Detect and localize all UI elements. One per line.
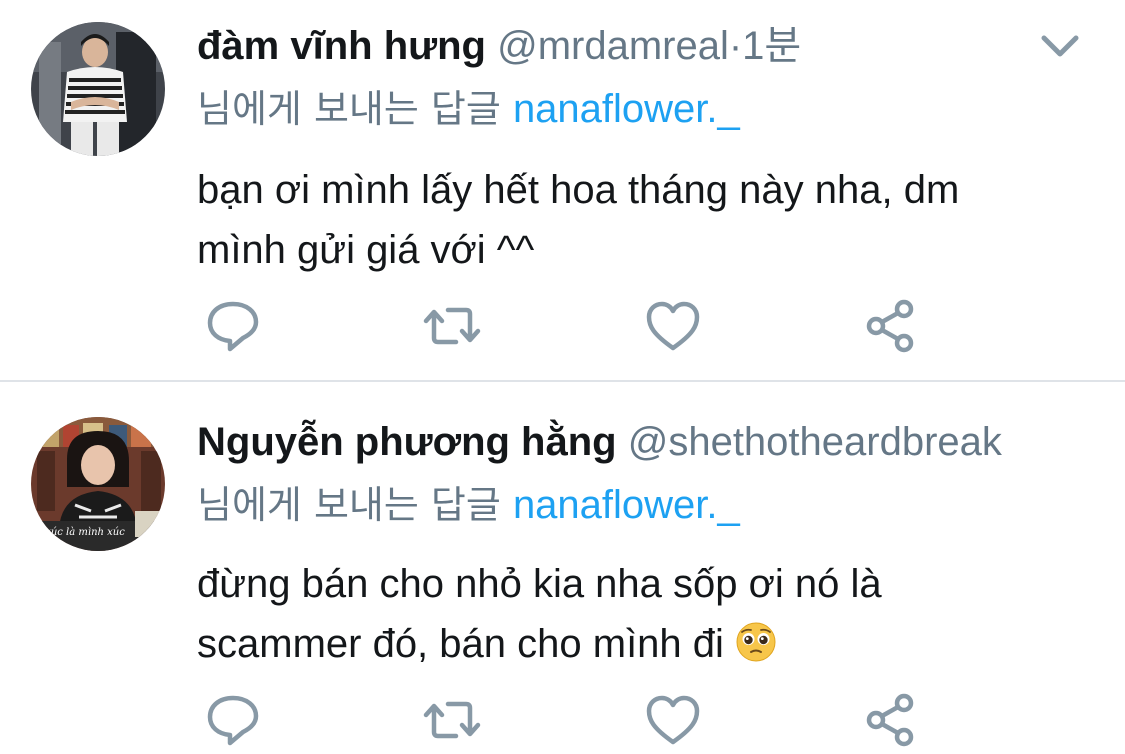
retweet-icon [423, 701, 481, 739]
tweet-header: đàm vĩnh hưng @mrdamreal·1분 [197, 21, 801, 71]
tweet-text: đừng bán cho nhỏ kia nha sốp ơi nó là sc… [197, 554, 1097, 680]
like-icon [646, 695, 700, 745]
comment-icon [207, 695, 259, 746]
share-icon [866, 693, 914, 747]
like-icon [646, 301, 700, 351]
user-handle[interactable]: @shethotheardbreak [628, 420, 1002, 464]
share-button[interactable] [860, 690, 920, 750]
tweet[interactable]: xúc là mình xúc Nguyễn phương hằng @shet… [0, 382, 1125, 754]
reply-prefix: 님에게 보내는 답글 [197, 87, 501, 131]
pleading-face-emoji [735, 620, 777, 680]
reply-prefix: 님에게 보내는 답글 [197, 483, 501, 527]
retweet-button[interactable] [422, 296, 482, 356]
display-name[interactable]: đàm vĩnh hưng [197, 24, 486, 68]
display-name[interactable]: Nguyễn phương hằng [197, 420, 617, 464]
retweet-button[interactable] [422, 690, 482, 750]
comment-icon [207, 301, 259, 352]
tweet-text-line: scammer đó, bán cho mình đi [197, 622, 724, 666]
reply-context: 님에게 보내는 답글 nanaflower._ [197, 85, 740, 133]
avatar-caption: xúc là mình xúc [45, 527, 125, 538]
like-button[interactable] [643, 296, 703, 356]
tweet-actions [0, 690, 1125, 750]
reply-to-link[interactable]: nanaflower._ [513, 483, 740, 527]
tweet-text-line: mình gửi giá với ^^ [197, 228, 535, 272]
tweet-text-line-with-emoji: scammer đó, bán cho mình đi [197, 614, 1097, 680]
avatar[interactable] [31, 22, 165, 156]
tweet[interactable]: đàm vĩnh hưng @mrdamreal·1분 님에게 보내는 답글 n… [0, 0, 1125, 380]
reply-context: 님에게 보내는 답글 nanaflower._ [197, 481, 740, 529]
avatar-photo-woman: xúc là mình xúc [31, 417, 165, 551]
tweet-text-line: bạn ơi mình lấy hết hoa tháng này nha, d… [197, 168, 960, 212]
reply-button[interactable] [203, 690, 263, 750]
tweet-text-line: đừng bán cho nhỏ kia nha sốp ơi nó là [197, 562, 882, 606]
tweet-actions [0, 296, 1125, 356]
retweet-icon [423, 307, 481, 345]
user-handle[interactable]: @mrdamreal [497, 24, 729, 68]
share-button[interactable] [860, 296, 920, 356]
tweet-text: bạn ơi mình lấy hết hoa tháng này nha, d… [197, 160, 1097, 280]
share-icon [866, 299, 914, 353]
reply-to-link[interactable]: nanaflower._ [513, 87, 740, 131]
like-button[interactable] [643, 690, 703, 750]
avatar-photo-man [31, 22, 165, 156]
avatar[interactable]: xúc là mình xúc [31, 417, 165, 551]
timestamp[interactable]: ·1분 [729, 24, 801, 68]
tweet-header: Nguyễn phương hằng @shethotheardbreak [197, 417, 1002, 467]
reply-button[interactable] [203, 296, 263, 356]
chevron-down-icon[interactable] [1038, 30, 1082, 64]
